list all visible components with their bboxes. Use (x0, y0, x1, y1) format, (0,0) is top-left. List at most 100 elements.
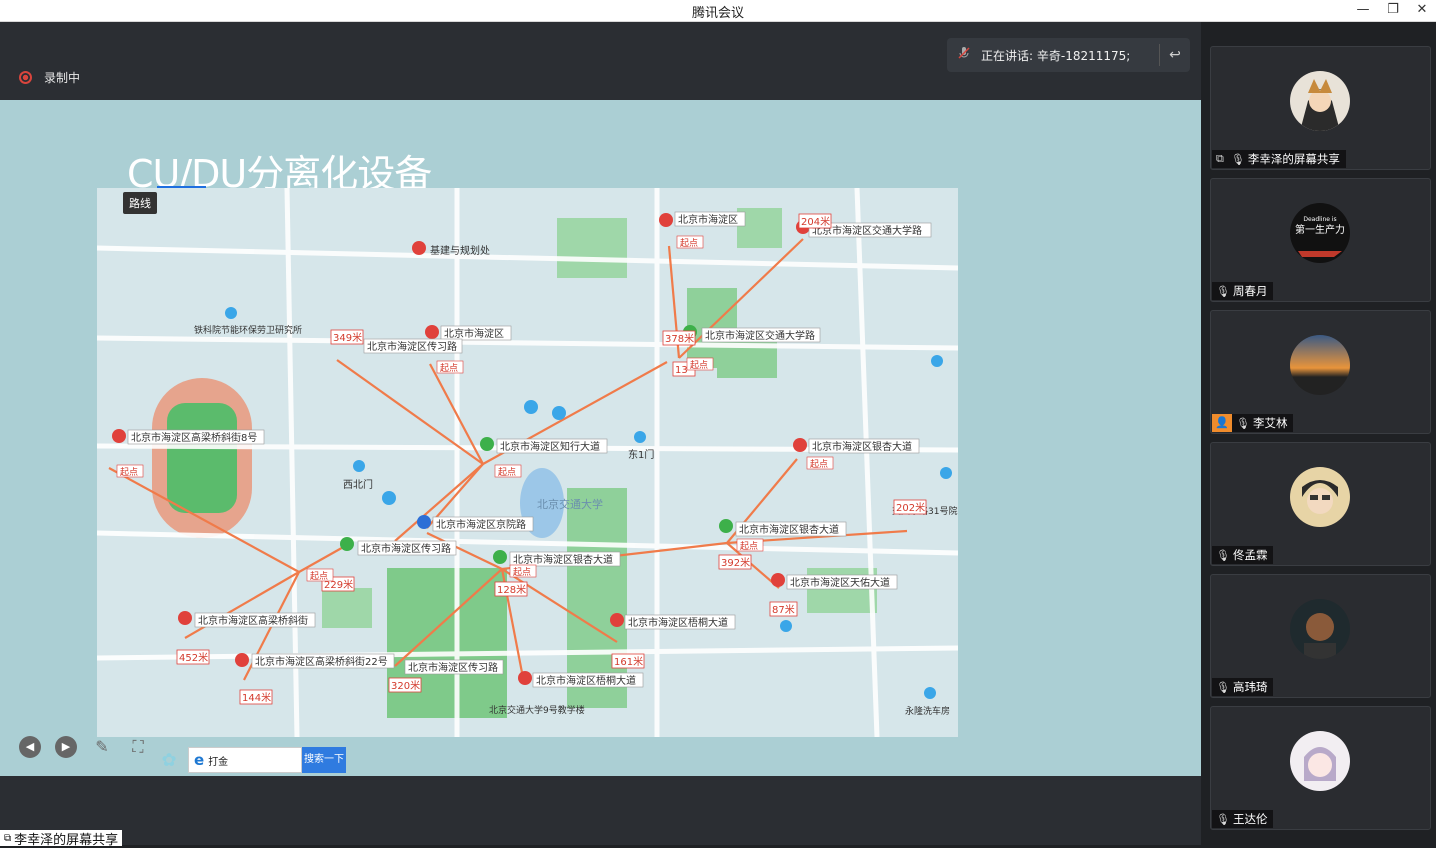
avatar-small-text: Deadline is (1303, 216, 1336, 223)
participant-name: ⧉ 🎙 李幸泽的屏幕共享 (1212, 150, 1346, 168)
meeting-main: 录制中 正在讲话: 辛奇-18211175; ↩ CU/DU分离化设备 北京市海… (0, 22, 1201, 848)
participant-tile[interactable]: 👤 🎙 李艾林 (1210, 310, 1431, 434)
map-label: 北京市海淀区传习路 (361, 542, 451, 555)
avatar (1290, 71, 1350, 131)
distance-tag: 144米 (242, 691, 271, 704)
avatar (1290, 467, 1350, 527)
app-logo-icon: ✿ (161, 750, 177, 771)
meeting-topbar: 录制中 正在讲话: 辛奇-18211175; ↩ (0, 22, 1201, 100)
window-title: 腾讯会议 (691, 6, 744, 21)
map-label: 北京市海淀区梧桐大道 (628, 616, 728, 629)
reply-icon[interactable]: ↩ (1160, 47, 1190, 63)
recording-indicator[interactable]: 录制中 (19, 69, 80, 86)
avatar-text: 第一生产力 (1295, 223, 1345, 236)
participant-tile[interactable]: 🎙 高玮琦 (1210, 574, 1431, 698)
map-label: 东1门 (628, 448, 654, 461)
distance-tag: 452米 (179, 651, 208, 664)
avatar (1290, 599, 1350, 659)
screen-share-icon: ⧉ (4, 832, 12, 844)
participant-name: 🎙 佟孟霖 (1212, 546, 1274, 564)
title-bar: 腾讯会议 — ❐ ✕ (0, 0, 1436, 22)
map-label: 北京市海淀区知行大道 (500, 440, 600, 453)
mic-muted-icon: 🎙 (1216, 548, 1230, 562)
map-label: 铁科院节能环保劳卫研究所 (194, 324, 302, 336)
next-slide-icon[interactable]: ▶ (55, 736, 77, 758)
record-icon (19, 71, 32, 84)
search-button[interactable]: 搜索一下 (302, 747, 346, 773)
participant-name: 🎙 王达伦 (1212, 810, 1274, 828)
start-tag: 起点 (440, 363, 458, 374)
screen-share-icon: ⧉ (1216, 152, 1224, 165)
map-label: 北京市海淀区银杏大道 (812, 440, 912, 453)
map-label: 北京市海淀区银杏大道 (739, 523, 839, 536)
pen-icon[interactable]: ✎ (91, 736, 113, 758)
mic-muted-icon: 🎙 (1230, 152, 1245, 166)
map-label: 北京市海淀区天佑大道 (790, 576, 890, 589)
avatar (1290, 731, 1350, 791)
map-label: 北京交通大学9号教学楼 (489, 704, 585, 716)
mic-muted-icon: 🎙 (1216, 680, 1230, 694)
distance-tag: 349米 (333, 331, 362, 344)
map-label: 北京市海淀区 (678, 213, 738, 226)
close-button[interactable]: ✕ (1407, 0, 1436, 22)
participant-tile[interactable]: 🎙 佟孟霖 (1210, 442, 1431, 566)
mic-muted-icon: 🎙 (1216, 812, 1230, 826)
distance-tag: 392米 (721, 556, 750, 569)
screenshot-icon[interactable]: ⛶ (127, 736, 149, 758)
prev-slide-icon[interactable]: ◀ (19, 736, 41, 758)
route-map: 北京市海淀区 北京市海淀区交通大学路 基建与规划处 北京市海淀区 北京市海淀区传… (97, 188, 958, 737)
participant-tile[interactable]: 🎙 王达伦 (1210, 706, 1431, 830)
search-box[interactable]: e 打金 (188, 747, 302, 773)
participant-name: 👤 🎙 李艾林 (1212, 414, 1294, 432)
minimize-button[interactable]: — (1348, 0, 1378, 22)
participant-tile[interactable]: ⧉ 🎙 李幸泽的屏幕共享 (1210, 46, 1431, 170)
speaking-indicator: 正在讲话: 辛奇-18211175; ↩ (947, 38, 1190, 72)
shared-screen: CU/DU分离化设备 北京市海淀区 北京市海淀区交通大学路 基建与规划处 北京市… (0, 100, 1201, 776)
map-label: 北京市海淀区交通大学路 (705, 329, 815, 342)
map-label: 北京市海淀区京院路 (436, 518, 526, 531)
avatar (1290, 335, 1350, 395)
start-tag: 起点 (498, 467, 516, 478)
map-label: 北京市海淀区高梁桥斜街22号 (255, 655, 388, 668)
share-owner-label: ⧉ 李幸泽的屏幕共享 (0, 830, 123, 848)
start-tag: 起点 (120, 467, 138, 478)
start-tag: 起点 (740, 541, 758, 552)
distance-tag: 320米 (391, 679, 420, 692)
mic-muted-icon: 🎙 (1236, 416, 1250, 430)
search-value: 打金 (208, 756, 229, 768)
map-label: 永隆洗车房 (905, 705, 950, 717)
map-label: 北京市海淀区银杏大道 (513, 553, 613, 566)
start-tag: 起点 (513, 567, 531, 578)
start-tag: 起点 (680, 238, 698, 249)
map-label: 北京市海淀区传习路 (408, 661, 498, 674)
distance-tag: 128米 (497, 583, 526, 596)
user-icon: 👤 (1212, 414, 1232, 432)
maximize-button[interactable]: ❐ (1378, 0, 1408, 22)
start-tag: 起点 (310, 571, 328, 582)
start-tag: 起点 (690, 360, 708, 371)
speaking-label: 正在讲话: 辛奇-18211175; (981, 48, 1131, 63)
participant-tile[interactable]: Deadline is 第一生产力 🎙 周春月 (1210, 178, 1431, 302)
map-label: 北京市海淀区 (444, 327, 504, 340)
distance-tag: 13 (675, 365, 688, 376)
participant-name: 🎙 高玮琦 (1212, 678, 1274, 696)
map-label: 北京市海淀区高梁桥斜街8号 (131, 431, 257, 444)
participant-sidebar: ⧉ 🎙 李幸泽的屏幕共享 Deadline is 第一生产力 🎙 周春月 👤 🎙 … (1201, 22, 1436, 845)
recording-label: 录制中 (44, 71, 81, 85)
distance-tag: 87米 (772, 603, 795, 616)
route-tooltip: 路线 (123, 192, 157, 214)
distance-tag: 204米 (801, 215, 830, 228)
participant-name: 🎙 周春月 (1212, 282, 1274, 300)
map-label: 北京市海淀区高梁桥斜街 (198, 614, 308, 627)
avatar: Deadline is 第一生产力 (1290, 203, 1350, 263)
browser-icon: e (194, 751, 205, 769)
map-label: 北京交通大学 (537, 497, 603, 511)
distance-tag: 378米 (665, 332, 694, 345)
distance-tag: 202米 (896, 501, 925, 514)
map-label: 北京市海淀区梧桐大道 (536, 674, 636, 687)
start-tag: 起点 (810, 459, 828, 470)
distance-tag: 161米 (614, 655, 643, 668)
map-label: 西北门 (343, 478, 373, 491)
mic-muted-icon: 🎙 (1216, 284, 1230, 298)
map-label: 基建与规划处 (430, 244, 490, 257)
